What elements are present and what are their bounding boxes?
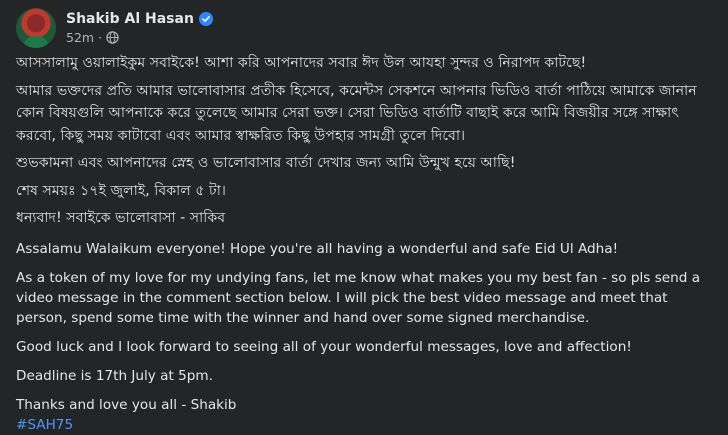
avatar[interactable] — [16, 8, 56, 48]
post-paragraph-bn-signoff: ধন্যবাদ! সবাইকে ভালোবাসা - সাকিব — [16, 210, 226, 226]
post-paragraph-bn-greeting: আসসালামু ওয়ালাইকুম সবাইকে! আশা করি আপনা… — [16, 55, 587, 71]
post-body: আসসালামু ওয়ালাইকুম সবাইকে! আশা করি আপনা… — [16, 52, 716, 435]
verified-badge-icon — [198, 11, 213, 26]
post-header: Shakib Al Hasan 52m · — [16, 8, 716, 48]
meta-separator: · — [98, 29, 103, 45]
post-paragraph-en-deadline: Deadline is 17th July at 5pm. — [16, 367, 213, 384]
post-paragraph-bn-deadline: শেষ সময়ঃ ১৭ই জুলাই, বিকাল ৫ টা। — [16, 182, 226, 199]
globe-icon[interactable] — [106, 31, 119, 44]
post-paragraph-en-greeting: Assalamu Walaikum everyone! Hope you're … — [16, 240, 619, 257]
post-meta: 52m · — [66, 29, 213, 47]
post-timestamp[interactable]: 52m — [66, 29, 94, 47]
hashtag-link[interactable]: #SAH75 — [16, 415, 716, 435]
author-name[interactable]: Shakib Al Hasan — [66, 10, 194, 28]
post-paragraph-bn-offer: আমার ভক্তদের প্রতি আমার ভালোবাসার প্রতীক… — [16, 82, 697, 144]
post-author-block: Shakib Al Hasan 52m · — [66, 10, 213, 47]
post-paragraph-en-offer: As a token of my love for my undying fan… — [16, 269, 701, 326]
facebook-post: Shakib Al Hasan 52m · আসসালামু ওয়ালাইকু… — [0, 0, 728, 433]
post-paragraph-en-wishes: Good luck and I look forward to seeing a… — [16, 338, 632, 355]
author-row: Shakib Al Hasan — [66, 10, 213, 28]
post-paragraph-bn-wishes: শুভকামনা এবং আপনাদের স্নেহ ও ভালোবাসার ব… — [16, 155, 516, 171]
post-paragraph-en-signoff: Thanks and love you all - Shakib — [16, 396, 237, 413]
